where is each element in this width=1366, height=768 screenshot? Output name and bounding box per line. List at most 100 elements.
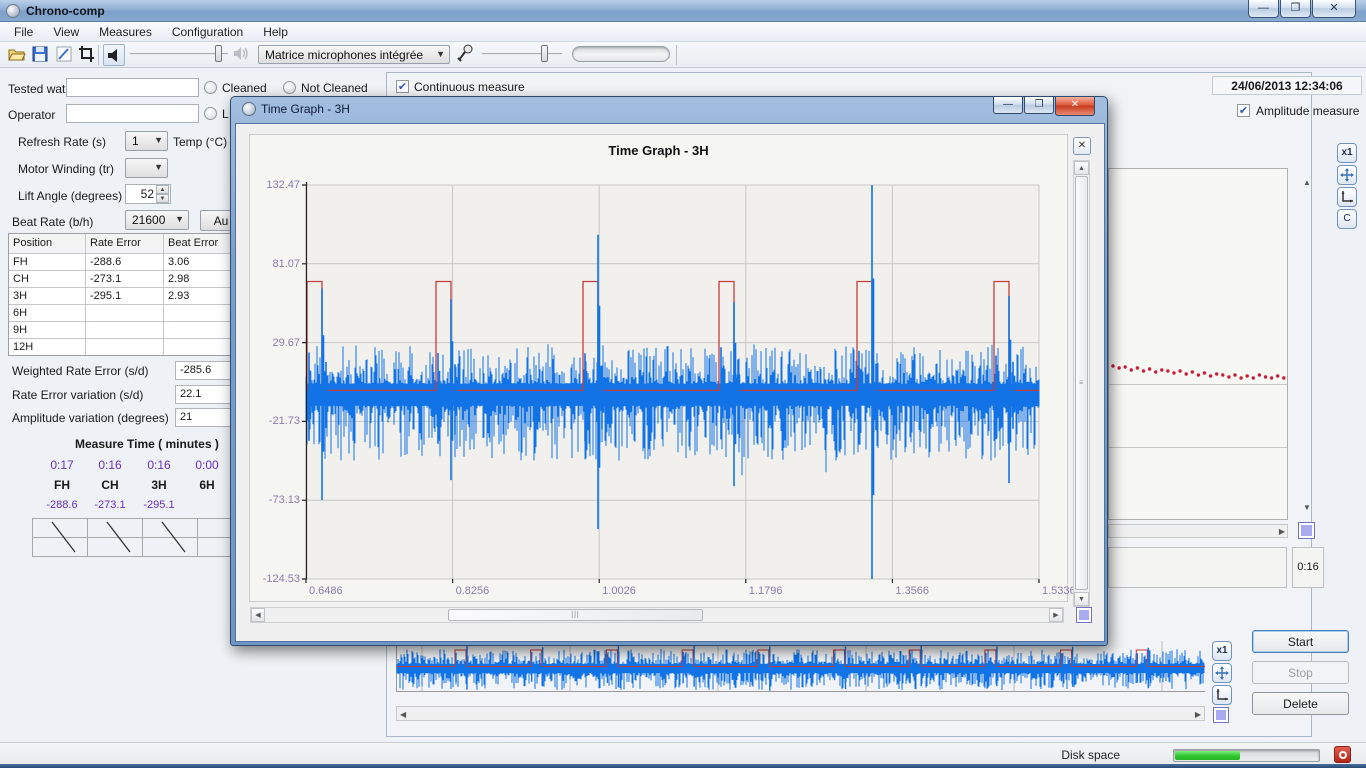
- menu-configuration[interactable]: Configuration: [162, 23, 253, 41]
- scroll-left-icon[interactable]: ◀: [400, 710, 406, 719]
- volume-slider-thumb[interactable]: [215, 45, 222, 62]
- chart-hscrollbar[interactable]: ◀ ||| ▶: [250, 607, 1064, 623]
- scroll-up-icon[interactable]: ▲: [1074, 161, 1089, 175]
- tested-watch-input[interactable]: [66, 78, 199, 97]
- stepper-down-icon[interactable]: ▼: [156, 194, 169, 203]
- close-button[interactable]: ✕: [1312, 0, 1356, 18]
- pan-button[interactable]: [1337, 165, 1357, 185]
- zoom-reset-button[interactable]: x1: [1337, 143, 1357, 163]
- delete-button[interactable]: Delete: [1252, 692, 1349, 715]
- beat-rate-select[interactable]: 21600 ▼: [125, 210, 189, 230]
- table-row[interactable]: 3H -295.1 2.93: [9, 287, 257, 304]
- amplitude-plot-hscrollbar[interactable]: ▶: [1108, 524, 1288, 538]
- position-6h: 6H: [183, 478, 231, 492]
- stop-button[interactable]: Stop: [1252, 661, 1349, 684]
- y-tick-label: 81.07: [252, 258, 300, 270]
- rate-error-variation-value: 22.1: [175, 385, 237, 404]
- close-icon: ✕: [1078, 140, 1086, 151]
- table-row[interactable]: FH -288.6 3.06: [9, 253, 257, 270]
- x-tick-label: 1.0026: [602, 585, 636, 597]
- child-minimize-button[interactable]: —: [993, 97, 1023, 114]
- amplitude-trend-points: [1109, 355, 1287, 399]
- scroll-right-icon[interactable]: ▶: [1279, 527, 1285, 536]
- record-button[interactable]: [1334, 746, 1351, 763]
- scroll-down-icon[interactable]: ▼: [1303, 503, 1311, 512]
- y-tick-label: -73.13: [252, 494, 300, 506]
- overview-pan-button[interactable]: [1212, 663, 1232, 683]
- child-close-button[interactable]: ✕: [1055, 97, 1095, 116]
- operator-input[interactable]: [66, 104, 199, 123]
- restore-icon: ❐: [1291, 2, 1301, 14]
- overview-corner-button[interactable]: [1213, 707, 1229, 723]
- datetime-display: 24/06/2013 12:34:06: [1212, 76, 1362, 95]
- lubricated-radio[interactable]: [204, 107, 217, 120]
- edit-icon[interactable]: [56, 46, 72, 62]
- minimize-button[interactable]: —: [1248, 0, 1279, 18]
- save-icon[interactable]: [32, 46, 48, 62]
- menu-bar: File View Measures Configuration Help: [0, 22, 1366, 42]
- refresh-rate-select[interactable]: 1 ▼: [125, 131, 168, 151]
- scroll-right-icon[interactable]: ▶: [1049, 608, 1063, 622]
- motor-winding-select[interactable]: ▼: [125, 158, 168, 178]
- chart-close-button[interactable]: ✕: [1073, 137, 1091, 155]
- center-button[interactable]: C: [1337, 209, 1357, 229]
- menu-view[interactable]: View: [43, 23, 89, 41]
- scroll-left-icon[interactable]: ◀: [251, 608, 265, 622]
- amplitude-measure-checkbox[interactable]: ✔: [1237, 104, 1250, 117]
- gain-slider-thumb[interactable]: [541, 45, 548, 62]
- speaker-output-icon: [233, 46, 249, 61]
- chart-corner-button[interactable]: [1076, 607, 1092, 623]
- overview-axes-button[interactable]: [1212, 685, 1232, 705]
- cleaned-radio[interactable]: [204, 81, 217, 94]
- center-label: C: [1343, 213, 1350, 224]
- scroll-down-icon[interactable]: ▼: [1074, 592, 1089, 606]
- start-button[interactable]: Start: [1252, 630, 1349, 653]
- status-strip: [1108, 547, 1287, 588]
- x-tick-label: 0.8256: [456, 585, 490, 597]
- temp-label: Temp (°C): [173, 135, 227, 149]
- plot-corner-button[interactable]: [1298, 522, 1315, 539]
- microphone-selector[interactable]: Matrice microphones intégrée ▼: [258, 45, 450, 64]
- time-graph-window-title: Time Graph - 3H: [261, 102, 350, 116]
- volume-slider-track[interactable]: [130, 53, 228, 55]
- overview-zoom-reset-button[interactable]: x1: [1212, 641, 1232, 661]
- microphone-icon[interactable]: [456, 44, 474, 64]
- gain-slider-track[interactable]: [482, 53, 562, 55]
- chevron-down-icon: ▼: [154, 162, 163, 172]
- not-cleaned-radio[interactable]: [283, 81, 296, 94]
- menu-help[interactable]: Help: [253, 23, 298, 41]
- amplitude-measure-label: Amplitude measure: [1256, 104, 1359, 118]
- table-row[interactable]: 9H: [9, 321, 257, 338]
- position-trace-grid: [32, 518, 258, 557]
- open-file-icon[interactable]: [8, 46, 26, 62]
- time-graph-client-area: Time Graph - 3H ✕ 132.4781.0729.67-21.73…: [235, 123, 1105, 642]
- menu-file[interactable]: File: [4, 23, 43, 41]
- hscroll-thumb[interactable]: |||: [448, 609, 703, 621]
- table-row[interactable]: CH -273.1 2.98: [9, 270, 257, 287]
- cell-position: 6H: [9, 304, 86, 321]
- axes-button[interactable]: [1337, 187, 1357, 207]
- time-graph-window[interactable]: Time Graph - 3H — ❐ ✕ Time Graph - 3H ✕ …: [230, 96, 1108, 646]
- app-icon: [6, 4, 20, 18]
- chart-vscrollbar[interactable]: ▲ ≡ ▼: [1073, 160, 1090, 607]
- table-row[interactable]: 12H: [9, 338, 257, 355]
- scroll-up-icon[interactable]: ▲: [1303, 178, 1311, 187]
- stepper-up-icon[interactable]: ▲: [156, 185, 169, 194]
- speaker-toggle-button[interactable]: [103, 44, 125, 66]
- restore-button[interactable]: ❐: [1280, 0, 1311, 18]
- y-tick-label: 132.47: [252, 179, 300, 191]
- lift-angle-stepper[interactable]: 52 ▲ ▼: [125, 184, 171, 204]
- table-row[interactable]: 6H: [9, 304, 257, 321]
- cell-rate-error: [86, 338, 164, 355]
- menu-measures[interactable]: Measures: [89, 23, 162, 41]
- cleaned-label: Cleaned: [222, 81, 267, 95]
- scroll-right-icon[interactable]: ▶: [1195, 710, 1201, 719]
- crop-icon[interactable]: [78, 45, 96, 63]
- child-maximize-button[interactable]: ❐: [1024, 97, 1054, 114]
- overview-hscrollbar[interactable]: ◀ ▶: [396, 706, 1205, 721]
- vscroll-thumb[interactable]: ≡: [1075, 176, 1088, 590]
- measure-time-fh: 0:17: [38, 458, 86, 472]
- cell-position: 3H: [9, 287, 86, 304]
- elapsed-time: 0:16: [1297, 561, 1318, 573]
- continuous-measure-checkbox[interactable]: ✔: [396, 80, 409, 93]
